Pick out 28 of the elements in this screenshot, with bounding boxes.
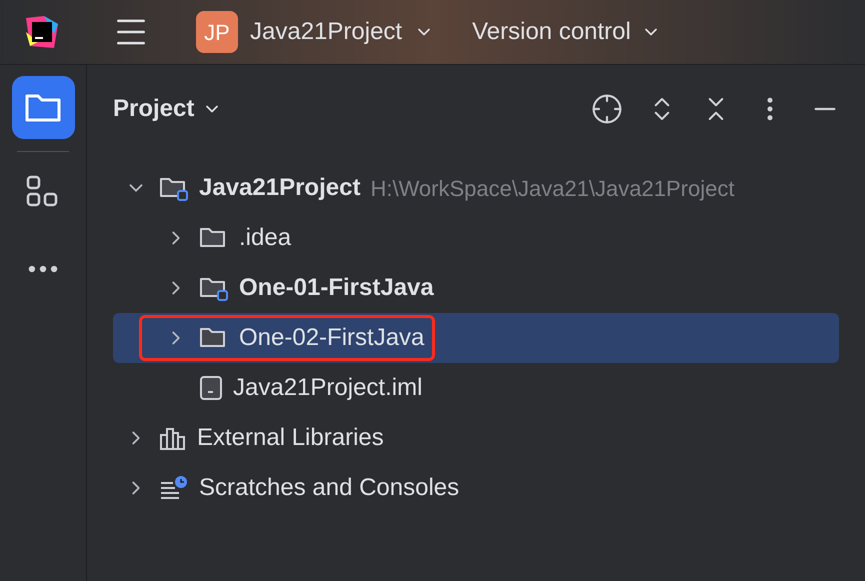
panel-title[interactable]: Project <box>113 91 222 127</box>
file-icon <box>199 375 223 401</box>
item-path: H:\WorkSpace\Java21\Java21Project <box>370 174 734 203</box>
tree-row[interactable]: External Libraries <box>113 413 839 463</box>
item-name: Scratches and Consoles <box>199 473 460 503</box>
locate-icon[interactable] <box>591 93 623 125</box>
tree-row[interactable]: Java21Project H:\WorkSpace\Java21\Java21Project <box>113 163 839 213</box>
item-name: One-01-FirstJava <box>239 273 434 303</box>
folder-icon <box>25 92 61 122</box>
item-name: One-02-FirstJava <box>239 323 424 353</box>
app-logo-icon <box>24 14 60 50</box>
version-control-menu[interactable]: Version control <box>472 14 661 50</box>
tree-row[interactable]: .idea <box>113 213 839 263</box>
item-name: Java21Project.iml <box>233 373 422 403</box>
module-folder-icon <box>159 175 189 201</box>
module-folder-icon <box>199 275 229 301</box>
item-name: .idea <box>239 223 292 253</box>
tree-row[interactable]: One-02-FirstJava <box>113 313 839 363</box>
scratches-icon <box>159 475 189 501</box>
tree-row[interactable]: One-01-FirstJava <box>113 263 839 313</box>
item-name: Java21Project <box>199 173 360 203</box>
tree-row[interactable]: Scratches and Consoles <box>113 463 839 513</box>
item-name: External Libraries <box>197 423 384 453</box>
library-icon <box>159 425 187 451</box>
project-badge: JP <box>196 11 238 53</box>
tree-row[interactable]: Java21Project.iml <box>113 363 839 413</box>
project-selector[interactable]: JP Java21Project <box>196 11 434 53</box>
project-tool-button[interactable] <box>12 76 74 139</box>
